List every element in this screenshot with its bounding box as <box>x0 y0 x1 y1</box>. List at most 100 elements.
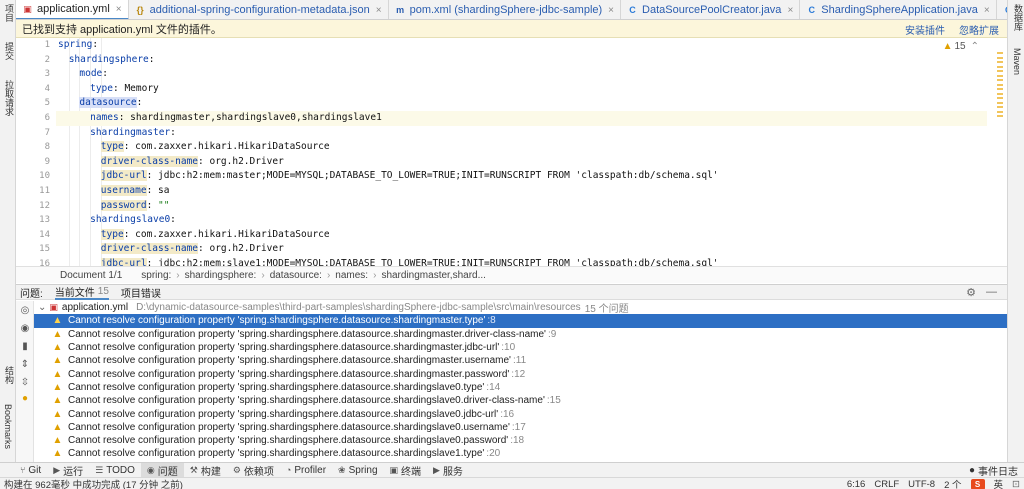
breadcrumb-item[interactable]: datasource: <box>270 270 322 281</box>
close-icon[interactable]: × <box>116 4 122 15</box>
bottom-tool-3[interactable]: ◉ 问题 <box>140 462 184 478</box>
warning-icon: ▲ <box>52 395 63 407</box>
tab-current-file[interactable]: 当前文件 15 <box>54 284 109 300</box>
line-separator[interactable]: CRLF <box>874 479 899 489</box>
expand-all-icon[interactable]: ⇕ <box>19 359 31 371</box>
problem-item[interactable]: ▲ Cannot resolve configuration property '… <box>34 394 1007 407</box>
code-line[interactable]: driver-class-name: org.h2.Driver <box>56 242 987 257</box>
problem-item[interactable]: ▲ Cannot resolve configuration property '… <box>34 314 1007 328</box>
pull-requests-tool-button[interactable]: 拉取请求 <box>3 80 16 116</box>
breadcrumb-item[interactable]: shardingmaster,shard... <box>381 270 486 281</box>
tab-1[interactable]: {} additional-spring-configuration-metada… <box>129 0 389 19</box>
minimize-icon[interactable]: — <box>986 286 997 299</box>
event-log-button[interactable]: ● 事件日志 <box>969 463 1018 478</box>
code-line[interactable]: shardingmaster: <box>56 126 987 141</box>
problem-text: Cannot resolve configuration property 's… <box>68 435 509 447</box>
tab-label: pom.xml (shardingSphere-jdbc-sample) <box>409 4 603 16</box>
scrollbar-markers[interactable] <box>997 52 1003 120</box>
bottom-tool-4[interactable]: ⚒ 构建 <box>184 463 227 478</box>
refresh-inspection-icon[interactable]: ◎ <box>19 305 31 317</box>
tab-project-errors[interactable]: 项目错误 <box>121 285 161 300</box>
code-line[interactable]: mode: <box>56 67 987 82</box>
code-area[interactable]: spring: shardingsphere: mode: type: Memory d… <box>56 38 987 266</box>
bottom-tool-9[interactable]: ▶ 服务 <box>427 463 469 478</box>
collapse-all-icon[interactable]: ⇳ <box>19 377 31 389</box>
tab-2[interactable]: m pom.xml (shardingSphere-jdbc-sample) × <box>389 0 622 19</box>
code-line[interactable]: names: shardingmaster,shardingslave0,sha… <box>56 111 987 126</box>
chevron-up-icon[interactable]: ⌃ <box>971 41 979 52</box>
inspection-widget[interactable]: ▲ 15 ⌃ <box>943 41 979 52</box>
problem-item[interactable]: ▲ Cannot resolve configuration property '… <box>34 367 1007 380</box>
code-line[interactable]: type: com.zaxxer.hikari.HikariDataSource <box>56 140 987 155</box>
json-file-icon: {} <box>136 5 144 15</box>
problem-item[interactable]: ▲ Cannot resolve configuration property '… <box>34 381 1007 394</box>
problem-item[interactable]: ▲ Cannot resolve configuration property '… <box>34 407 1007 420</box>
close-icon[interactable]: × <box>376 5 382 16</box>
code-line[interactable]: jdbc-url: jdbc:h2:mem:master;MODE=MYSQL;… <box>56 169 987 184</box>
project-tool-button[interactable]: 项目 <box>3 4 16 22</box>
code-line[interactable]: spring: <box>56 38 987 53</box>
problem-item[interactable]: ▲ Cannot resolve configuration property '… <box>34 421 1007 434</box>
code-line[interactable]: jdbc-url: jdbc:h2:mem:slave1;MODE=MYSQL;… <box>56 257 987 266</box>
bottom-tool-5[interactable]: ⚙ 依赖项 <box>227 463 280 478</box>
tab-0[interactable]: ▣ application.yml × <box>16 0 129 19</box>
close-icon[interactable]: × <box>984 5 990 16</box>
code-editor[interactable]: 1 2 3 4 5 6 7 8 9 10 11 12 13 14 15 16 spring: shardings… <box>16 38 1007 266</box>
problem-item[interactable]: ▲ Cannot resolve configuration property '… <box>34 328 1007 341</box>
problem-item[interactable]: ▲ Cannot resolve configuration property '… <box>34 354 1007 367</box>
code-line[interactable]: type: Memory <box>56 82 987 97</box>
breadcrumb-item[interactable]: spring: <box>141 270 171 281</box>
file-encoding[interactable]: UTF-8 <box>908 479 935 489</box>
warning-icon: ▲ <box>52 408 63 420</box>
structure-tool-button[interactable]: 结构 <box>3 366 16 384</box>
code-line[interactable]: driver-class-name: org.h2.Driver <box>56 155 987 170</box>
caret-position[interactable]: 6:16 <box>847 479 866 489</box>
code-line[interactable]: username: sa <box>56 184 987 199</box>
problem-line-ref: :17 <box>511 421 526 433</box>
code-line[interactable]: datasource: <box>56 96 987 111</box>
problem-text: Cannot resolve configuration property 's… <box>68 342 500 354</box>
code-line[interactable]: password: "" <box>56 199 987 214</box>
tab-3[interactable]: C DataSourcePoolCreator.java × <box>621 0 801 19</box>
yaml-separator: : <box>123 228 136 240</box>
problem-line-ref: :16 <box>500 408 515 420</box>
yaml-key: shardingsphere <box>68 53 149 65</box>
install-plugin-link[interactable]: 安装插件 <box>905 22 945 37</box>
problem-line-ref: :20 <box>486 448 501 460</box>
gear-icon[interactable]: ⚙ <box>966 286 976 299</box>
bottom-tool-2[interactable]: ☰ TODO <box>89 463 141 478</box>
bottom-tool-6[interactable]: ◔ Profiler <box>280 463 332 478</box>
commit-tool-button[interactable]: 提交 <box>3 42 16 60</box>
chevron-down-icon[interactable]: ⌄ <box>38 302 46 313</box>
code-line[interactable]: shardingslave0: <box>56 213 987 228</box>
ime-mode[interactable]: 英 <box>994 477 1004 489</box>
bottom-tool-0[interactable]: ⑂ Git <box>14 463 47 478</box>
lock-icon[interactable]: ⊡ <box>1012 479 1020 489</box>
code-line[interactable]: shardingsphere: <box>56 53 987 68</box>
maven-tool-button[interactable]: Maven <box>1012 48 1022 75</box>
close-icon[interactable]: × <box>787 5 793 16</box>
problem-item[interactable]: ▲ Cannot resolve configuration property '… <box>34 434 1007 447</box>
tab-4[interactable]: C ShardingSphereApplication.java × <box>800 0 997 19</box>
bottom-tool-1[interactable]: ▶ 运行 <box>47 463 89 478</box>
line-number: 8 <box>44 142 50 153</box>
lightbulb-icon[interactable]: ● <box>19 393 31 405</box>
preview-pane-icon[interactable]: ▮ <box>19 341 31 353</box>
problems-file-node[interactable]: ⌄ ▣ application.yml D:\dynamic-datasourc… <box>34 301 1007 315</box>
breadcrumb-item[interactable]: names: <box>335 270 368 281</box>
ignore-extension-link[interactable]: 忽略扩展 <box>959 22 999 37</box>
indent-setting[interactable]: 2 个 <box>944 477 961 489</box>
problem-item[interactable]: ▲ Cannot resolve configuration property '… <box>34 447 1007 460</box>
code-line[interactable]: type: com.zaxxer.hikari.HikariDataSource <box>56 228 987 243</box>
problem-text: Cannot resolve configuration property 's… <box>68 448 485 460</box>
problem-item[interactable]: ▲ Cannot resolve configuration property '… <box>34 341 1007 354</box>
database-tool-button[interactable]: 数据库 <box>1012 4 1024 31</box>
eye-icon[interactable]: ◉ <box>19 323 31 335</box>
tab-5[interactable]: CUserServiceImpl.java× <box>997 0 1007 19</box>
close-icon[interactable]: × <box>608 5 614 16</box>
status-message[interactable]: 构建在 962毫秒 中成功完成 (17 分钟 之前) <box>4 477 183 489</box>
bookmarks-tool-button[interactable]: Bookmarks <box>3 404 13 449</box>
breadcrumb-item[interactable]: shardingsphere: <box>185 270 257 281</box>
bottom-tool-7[interactable]: ❀ Spring <box>332 463 383 478</box>
bottom-tool-8[interactable]: ▣ 终端 <box>384 463 428 478</box>
